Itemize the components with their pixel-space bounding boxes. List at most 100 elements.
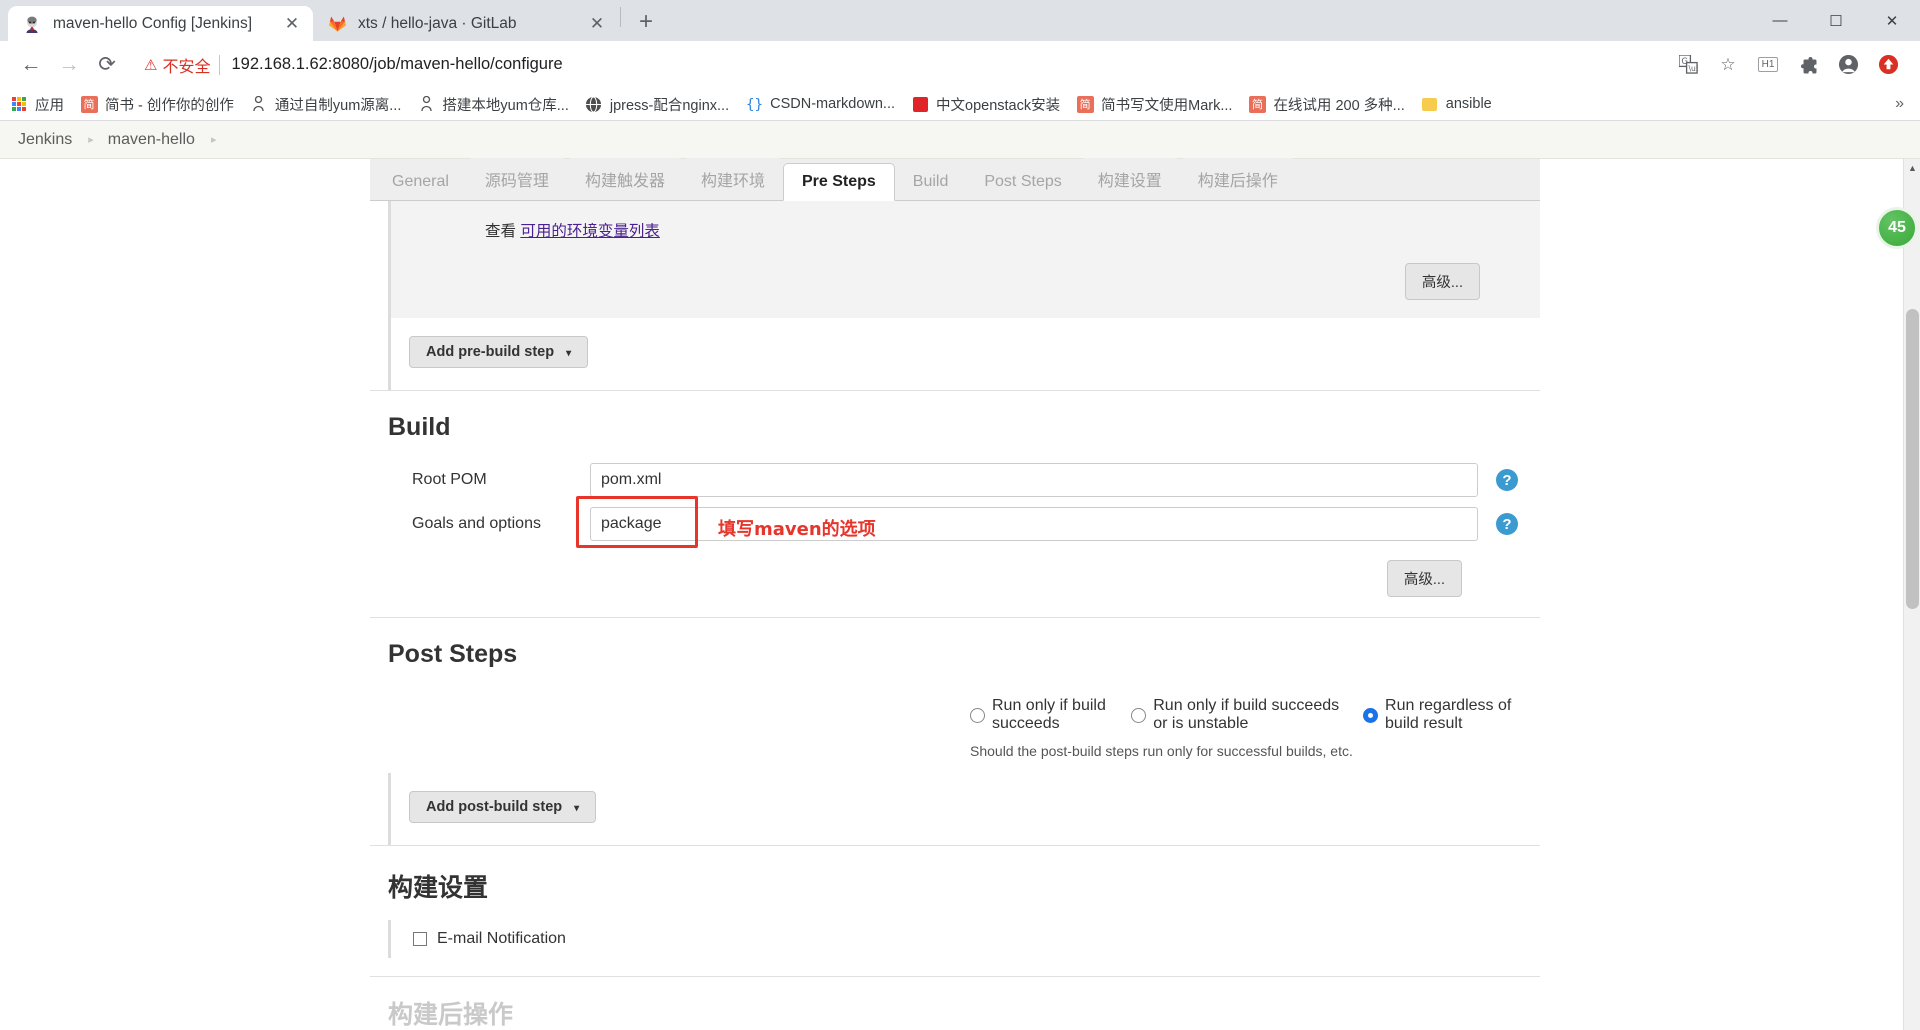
- maximize-button[interactable]: ☐: [1808, 0, 1864, 41]
- env-prefix-text: 查看: [485, 223, 517, 240]
- new-tab-button[interactable]: +: [629, 5, 663, 39]
- radio-run-if-succeeds[interactable]: Run only if build succeeds: [970, 697, 1117, 733]
- email-notification-label: E-mail Notification: [437, 930, 566, 947]
- bookmarks-overflow-icon[interactable]: »: [1895, 95, 1910, 113]
- breadcrumb-item-maven-hello[interactable]: maven-hello: [108, 131, 195, 149]
- page-scrollbar[interactable]: ▲: [1903, 159, 1920, 1030]
- bookmark-apps[interactable]: 应用: [10, 94, 64, 115]
- insecure-warning-text: 不安全: [162, 58, 211, 76]
- omnibox-divider: [219, 54, 221, 75]
- post-steps-section: Post Steps Run only if build succeeds Ru…: [370, 618, 1540, 846]
- extensions-puzzle-icon[interactable]: [1788, 45, 1828, 85]
- goals-annotation-text: 填写maven的选项: [718, 519, 876, 540]
- floating-counter-badge[interactable]: 45: [1876, 207, 1918, 249]
- svg-text:\u6587: \u6587: [1688, 64, 1698, 73]
- page-content: Jenkins ▸ maven-hello ▸ General 源码管理 构建触…: [0, 121, 1920, 1030]
- build-advanced-wrap: 高级...: [370, 546, 1540, 617]
- globe-icon: [585, 95, 603, 113]
- minimize-button[interactable]: —: [1752, 0, 1808, 41]
- root-pom-input[interactable]: [590, 463, 1478, 497]
- bookmark-yum-source[interactable]: 通过自制yum源离...: [250, 94, 401, 115]
- browser-tab-gitlab[interactable]: xts / hello-java · GitLab ✕: [313, 6, 618, 41]
- available-env-variables-link[interactable]: 可用的环境变量列表: [520, 223, 660, 240]
- tab-post-steps[interactable]: Post Steps: [966, 164, 1080, 200]
- pre-steps-section: 查看 可用的环境变量列表 高级... Add pre-build step ▾: [370, 201, 1540, 391]
- bookmark-online-trial[interactable]: 简 在线试用 200 多种...: [1248, 94, 1405, 115]
- bookmark-label: 应用: [35, 97, 64, 114]
- build-heading: Build: [388, 413, 451, 441]
- gitlab-icon: [327, 14, 347, 34]
- add-pre-build-step-label: Add pre-build step: [426, 344, 555, 360]
- scrollbar-thumb[interactable]: [1906, 309, 1919, 609]
- root-pom-help-icon[interactable]: ?: [1496, 469, 1518, 491]
- bookmark-local-yum-repo[interactable]: 搭建本地yum仓库...: [417, 94, 569, 115]
- breadcrumb-item-jenkins[interactable]: Jenkins: [18, 131, 72, 149]
- scroll-up-arrow-icon[interactable]: ▲: [1904, 159, 1920, 176]
- red-square-icon: [911, 95, 929, 113]
- profile-avatar-icon[interactable]: [1828, 45, 1868, 85]
- root-pom-field-wrap: [590, 463, 1492, 497]
- post-build-actions-heading: 构建后操作: [388, 1001, 514, 1029]
- bookmark-label: 在线试用 200 多种...: [1273, 97, 1405, 114]
- post-steps-hint: Should the post-build steps run only for…: [970, 743, 1353, 759]
- bookmark-jianshu-markdown[interactable]: 简 简书写文使用Mark...: [1076, 94, 1232, 115]
- tab-title: maven-hello Config [Jenkins]: [53, 14, 253, 32]
- close-window-button[interactable]: ✕: [1864, 0, 1920, 41]
- build-advanced-button[interactable]: 高级...: [1386, 560, 1462, 597]
- bookmark-label: 简书写文使用Mark...: [1101, 97, 1233, 114]
- bookmark-openstack-install[interactable]: 中文openstack安装: [911, 94, 1060, 115]
- insecure-warning-icon: ⚠: [144, 56, 158, 74]
- add-post-build-step-button[interactable]: Add post-build step ▾: [409, 791, 597, 823]
- env-variables-line: 查看 可用的环境变量列表: [391, 219, 1540, 241]
- goals-options-field-wrap: 填写maven的选项: [590, 507, 1492, 541]
- goals-options-row: Goals and options 填写maven的选项 ?: [370, 496, 1540, 548]
- bookmark-jianshu-create[interactable]: 简 简书 - 创作你的创作: [80, 94, 234, 115]
- radio-indicator[interactable]: [1363, 707, 1379, 723]
- tab-build[interactable]: Build: [894, 164, 967, 200]
- translate-icon[interactable]: G \u6587: [1668, 45, 1708, 85]
- h1-extension-icon[interactable]: H1: [1748, 45, 1788, 85]
- person-icon: [417, 95, 435, 113]
- tab-source-management[interactable]: 源码管理: [466, 158, 567, 200]
- goals-options-label: Goals and options: [412, 515, 541, 532]
- build-settings-section: 构建设置 E-mail Notification: [370, 846, 1540, 977]
- bookmark-ansible-folder[interactable]: ansible: [1421, 95, 1492, 113]
- reload-button[interactable]: ⟳: [88, 46, 126, 84]
- bookmark-csdn-markdown[interactable]: {} CSDN-markdown...: [745, 95, 895, 113]
- close-tab-icon[interactable]: ✕: [281, 13, 303, 35]
- tab-post-build-actions[interactable]: 构建后操作: [1179, 158, 1296, 200]
- tab-build-settings[interactable]: 构建设置: [1079, 158, 1180, 200]
- tab-build-triggers[interactable]: 构建触发器: [566, 158, 683, 200]
- bookmark-label: jpress-配合nginx...: [609, 97, 730, 114]
- svg-text:{}: {}: [746, 97, 763, 113]
- email-notification-row[interactable]: E-mail Notification: [388, 920, 1540, 958]
- address-bar[interactable]: ⚠ 不安全 192.168.1.62:8080/job/maven-hello/…: [134, 47, 1662, 82]
- pre-steps-advanced-button[interactable]: 高级...: [1404, 263, 1480, 300]
- bookmark-label: CSDN-markdown...: [770, 96, 896, 112]
- jianshu-icon: 简: [1248, 95, 1266, 113]
- radio-run-if-succeeds-or-unstable[interactable]: Run only if build succeeds or is unstabl…: [1131, 697, 1349, 733]
- close-tab-icon[interactable]: ✕: [586, 13, 608, 35]
- add-pre-build-step-button[interactable]: Add pre-build step ▾: [409, 336, 589, 368]
- tab-build-environment[interactable]: 构建环境: [682, 158, 783, 200]
- radio-indicator[interactable]: [1131, 707, 1147, 723]
- tab-title: xts / hello-java · GitLab: [358, 14, 517, 32]
- update-icon[interactable]: [1868, 45, 1908, 85]
- bookmark-jpress-nginx[interactable]: jpress-配合nginx...: [585, 94, 729, 115]
- bookmark-label: 搭建本地yum仓库...: [442, 97, 569, 114]
- back-button[interactable]: ←: [12, 46, 50, 84]
- goals-options-help-icon[interactable]: ?: [1496, 513, 1518, 535]
- pre-steps-advanced-wrap: 高级...: [391, 263, 1540, 300]
- radio-label: Run only if build succeeds: [992, 697, 1106, 732]
- build-settings-heading: 构建设置: [388, 874, 489, 902]
- chevron-down-icon: ▾: [566, 348, 572, 359]
- browser-tab-jenkins[interactable]: maven-hello Config [Jenkins] ✕: [8, 6, 313, 41]
- email-notification-checkbox[interactable]: [413, 932, 427, 946]
- radio-run-regardless[interactable]: Run regardless of build result: [1363, 697, 1526, 733]
- build-section: Build Root POM ? Goals and options 填写mav…: [370, 391, 1540, 618]
- tab-pre-steps[interactable]: Pre Steps: [782, 163, 895, 201]
- forward-button[interactable]: →: [50, 46, 88, 84]
- tab-general[interactable]: General: [374, 164, 467, 200]
- bookmark-star-icon[interactable]: ☆: [1708, 45, 1748, 85]
- radio-indicator[interactable]: [970, 707, 985, 723]
